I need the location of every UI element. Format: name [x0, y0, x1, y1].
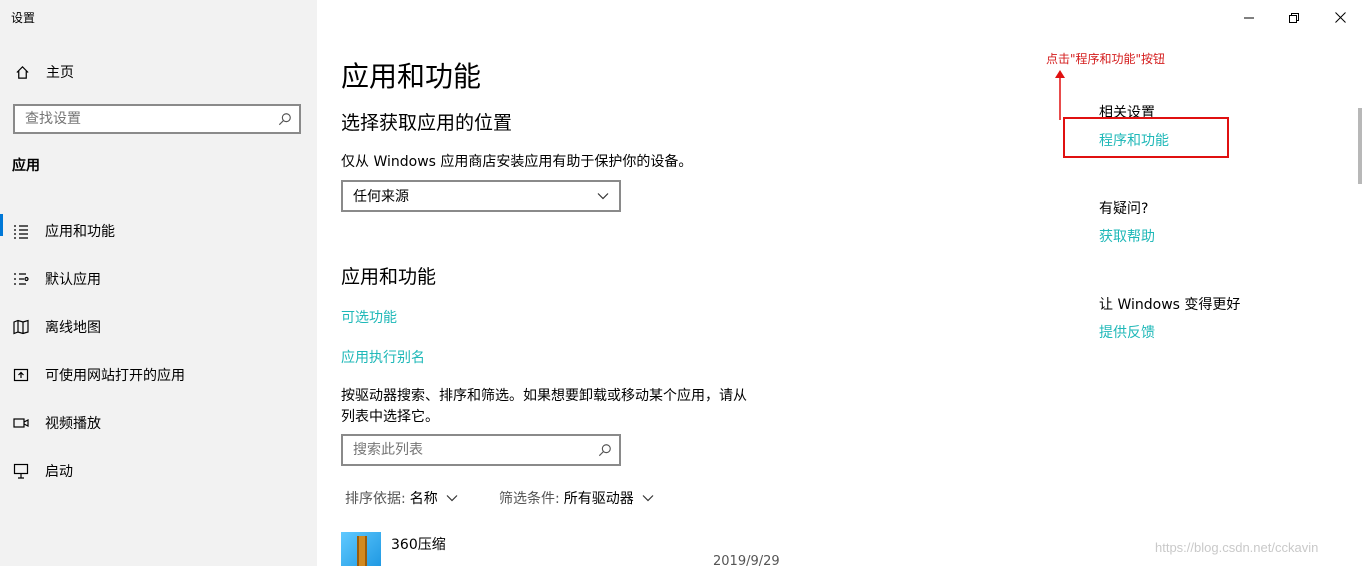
restore-icon	[1289, 8, 1299, 27]
apps-list-icon	[13, 223, 29, 239]
app-name: 360压缩	[391, 537, 446, 553]
close-icon	[1334, 8, 1346, 27]
sidebar-item-default-apps[interactable]: 默认应用	[0, 255, 317, 303]
close-button[interactable]	[1317, 0, 1362, 34]
sidebar-item-label: 视频播放	[45, 416, 101, 432]
filter-value: 所有驱动器	[563, 491, 634, 507]
optional-features-link[interactable]: 可选功能	[341, 307, 397, 327]
annotation-arrow-icon	[1055, 70, 1065, 120]
app-source-dropdown[interactable]: 任何来源	[341, 180, 621, 212]
filter-dropdown[interactable]: 筛选条件: 所有驱动器	[499, 488, 654, 508]
video-icon	[13, 415, 29, 431]
settings-search-input[interactable]	[15, 106, 271, 132]
scrollbar[interactable]	[1358, 108, 1362, 184]
app-install-date: 2019/9/29	[713, 554, 780, 566]
give-feedback-link[interactable]: 提供反馈	[1099, 322, 1155, 342]
chevron-down-icon	[642, 490, 654, 506]
app-list-search-box[interactable]	[341, 434, 621, 466]
360zip-app-icon	[341, 532, 381, 566]
sort-dropdown[interactable]: 排序依据: 名称	[345, 488, 458, 508]
startup-icon	[13, 463, 29, 479]
map-icon	[13, 319, 29, 335]
sidebar-item-label: 默认应用	[45, 272, 101, 288]
search-description-line: 按驱动器搜索、排序和筛选。如果想要卸载或移动某个应用，请从	[341, 388, 747, 404]
search-icon[interactable]	[591, 443, 619, 457]
default-apps-icon	[13, 271, 29, 287]
improve-windows-title: 让 Windows 变得更好	[1099, 297, 1241, 313]
sidebar-item-label: 离线地图	[45, 320, 101, 336]
sidebar-item-label: 应用和功能	[45, 224, 115, 240]
chevron-down-icon	[446, 490, 458, 506]
window-title: 设置	[11, 11, 36, 25]
chevron-down-icon	[597, 188, 609, 204]
app-source-value: 任何来源	[353, 189, 409, 205]
sidebar-item-video-playback[interactable]: 视频播放	[0, 399, 317, 447]
annotation-text: 点击"程序和功能"按钮	[1046, 52, 1166, 66]
search-description: 按驱动器搜索、排序和筛选。如果想要卸载或移动某个应用，请从 列表中选择它。	[341, 386, 747, 428]
sidebar-item-startup[interactable]: 启动	[0, 447, 317, 495]
get-help-link[interactable]: 获取帮助	[1099, 226, 1155, 246]
page-title: 应用和功能	[341, 60, 482, 93]
sidebar-item-apps-features[interactable]: 应用和功能	[0, 207, 317, 255]
search-icon[interactable]	[271, 112, 299, 126]
annotation-highlight-box	[1063, 117, 1229, 158]
sidebar-item-offline-maps[interactable]: 离线地图	[0, 303, 317, 351]
restore-button[interactable]	[1271, 0, 1317, 34]
sidebar-item-label: 启动	[45, 464, 73, 480]
filter-label: 筛选条件:	[499, 491, 560, 507]
sidebar-item-label: 可使用网站打开的应用	[45, 368, 185, 384]
sidebar-nav: 应用和功能 默认应用 离线地图 可使用网站打开的应用 视频播放 启动	[0, 207, 317, 495]
home-icon	[14, 64, 30, 80]
settings-search-box[interactable]	[13, 104, 301, 134]
watermark: https://blog.csdn.net/cckavin	[1155, 540, 1319, 555]
app-list-search-input[interactable]	[343, 436, 591, 464]
apps-heading: 应用和功能	[341, 266, 437, 288]
open-in-web-icon	[13, 367, 29, 383]
source-heading: 选择获取应用的位置	[341, 112, 513, 134]
question-title: 有疑问?	[1099, 201, 1149, 217]
sort-label: 排序依据:	[345, 491, 406, 507]
sort-value: 名称	[409, 491, 438, 507]
minimize-button[interactable]	[1226, 0, 1272, 34]
app-execution-alias-link[interactable]: 应用执行别名	[341, 347, 425, 367]
source-description: 仅从 Windows 应用商店安装应用有助于保护你的设备。	[341, 154, 693, 170]
main-content: 应用和功能 选择获取应用的位置 仅从 Windows 应用商店安装应用有助于保护…	[317, 0, 1362, 566]
sidebar: 设置 主页 应用 应用和功能 默认应用 离线地图	[0, 0, 317, 566]
app-list-item[interactable]: 360压缩 2019/9/29	[341, 532, 781, 566]
section-label: 应用	[12, 158, 40, 174]
home-label: 主页	[46, 65, 74, 81]
sidebar-item-apps-for-websites[interactable]: 可使用网站打开的应用	[0, 351, 317, 399]
minimize-icon	[1244, 8, 1254, 27]
search-description-line: 列表中选择它。	[341, 409, 439, 425]
home-nav-item[interactable]: 主页	[14, 62, 74, 82]
